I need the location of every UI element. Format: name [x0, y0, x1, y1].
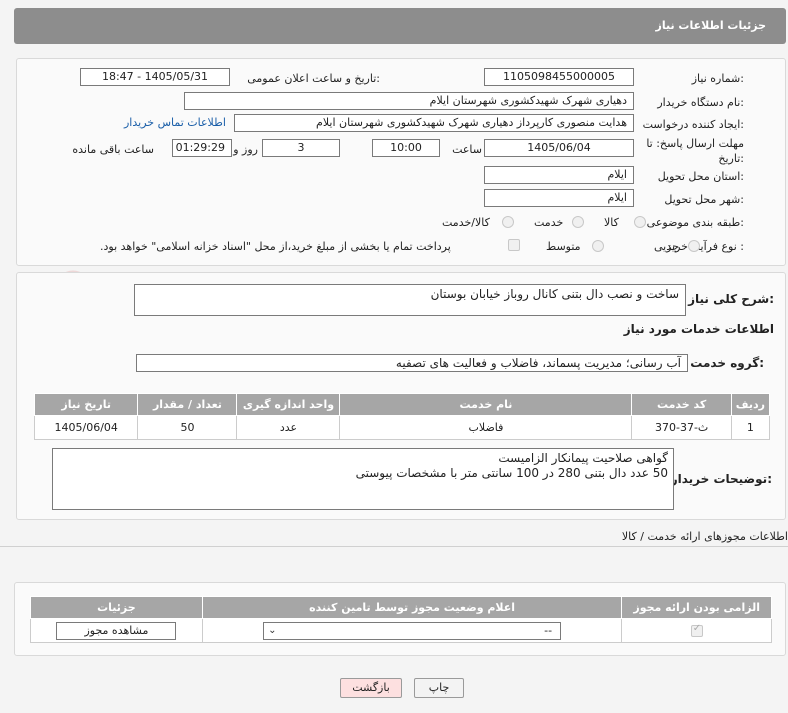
creator-field: هدایت منصوری کارپرداز دهیاری شهرک شهیدکش… [234, 114, 634, 132]
page-header: جزئیات اطلاعات نیاز [14, 8, 786, 44]
services-table-header: ردیف کد خدمت نام خدمت واحد اندازه گیری ت… [33, 393, 771, 416]
days-label: روز و [233, 143, 258, 156]
category-label: طبقه بندی موضوعی: [646, 216, 744, 229]
buyer-notes-field: گواهی صلاحیت پیمانکار الزامیست 50 عدد دا… [52, 448, 674, 510]
buyer-notes-line-1: گواهی صلاحیت پیمانکار الزامیست [498, 451, 668, 465]
services-section-title: اطلاعات خدمات مورد نیاز [623, 322, 774, 336]
col-code: کد خدمت [631, 393, 732, 416]
process-option-minor: جزیی [654, 240, 680, 253]
col-name: نام خدمت [339, 393, 633, 416]
col-row: ردیف [730, 393, 771, 416]
cell-row: 1 [730, 415, 771, 440]
col-required: الزامی بودن ارائه مجوز [621, 596, 772, 619]
check-icon: ✓ [692, 623, 702, 634]
time-label: ساعت [452, 143, 482, 156]
col-unit: واحد اندازه گیری [236, 393, 341, 416]
required-checkbox[interactable]: ✓ [690, 623, 703, 637]
treasury-payment-note: پرداخت تمام یا بخشی از مبلغ خرید،از محل … [100, 240, 451, 253]
permit-status-value: -- [544, 623, 553, 637]
cell-unit: عدد [236, 415, 341, 440]
col-date: تاریخ نیاز [33, 393, 139, 416]
province-label: استان محل تحویل: [657, 170, 744, 183]
category-option-service: خدمت [534, 216, 564, 229]
category-radio-goods[interactable] [634, 216, 646, 228]
announce-field: 1405/05/31 - 18:47 [80, 68, 230, 86]
chevron-down-icon: ⌄ [268, 624, 277, 636]
deadline-date-field: 1405/06/04 [484, 139, 634, 157]
print-button[interactable]: چاپ [414, 678, 464, 698]
remaining-time-field: 01:29:29 [172, 139, 232, 157]
table-row: 1 ث-37-370 فاضلاب عدد 50 1405/06/04 [33, 415, 771, 440]
treasury-payment-checkbox[interactable] [508, 239, 520, 251]
cell-qty: 50 [137, 415, 238, 440]
cell-date: 1405/06/04 [33, 415, 139, 440]
contact-buyer-link[interactable]: اطلاعات تماس خریدار [124, 116, 226, 129]
province-field: ایلام [484, 166, 634, 184]
buyer-org-field: دهیاری شهرک شهیدکشوری شهرستان ایلام [184, 92, 634, 110]
col-qty: تعداد / مقدار [137, 393, 238, 416]
cell-name: فاضلاب [339, 415, 633, 440]
view-permit-button[interactable]: مشاهده مجوز [56, 621, 177, 640]
announce-label: تاریخ و ساعت اعلان عمومی: [247, 72, 380, 85]
need-number-field: 1105098455000005 [484, 68, 634, 86]
cell-status: -- ⌄ [201, 618, 623, 643]
category-radio-service[interactable] [572, 216, 584, 228]
process-radio-minor[interactable] [688, 240, 700, 252]
buyer-org-label: نام دستگاه خریدار: [657, 96, 744, 109]
category-option-goods-service: کالا/خدمت [442, 216, 490, 229]
permits-table: الزامی بودن ارائه مجوز اعلام وضعیت مجوز … [30, 596, 772, 643]
days-field: 3 [262, 139, 340, 157]
buyer-notes-label: توضیحات خریدار: [670, 472, 772, 486]
need-number-label: شماره نیاز: [691, 72, 744, 85]
page-title: جزئیات اطلاعات نیاز [655, 19, 767, 32]
cell-details: مشاهده مجوز [30, 618, 203, 643]
buyer-notes-line-2: 50 عدد دال بتنی 280 در 100 سانتی متر با … [355, 466, 668, 480]
services-table: ردیف کد خدمت نام خدمت واحد اندازه گیری ت… [33, 393, 771, 440]
remaining-label: ساعت باقی مانده [72, 143, 154, 156]
category-radio-goods-service[interactable] [502, 216, 514, 228]
permit-status-select[interactable]: -- ⌄ [263, 621, 562, 640]
permits-table-header: الزامی بودن ارائه مجوز اعلام وضعیت مجوز … [30, 596, 772, 619]
col-details: جزئیات [30, 596, 203, 619]
category-option-goods: کالا [604, 216, 619, 229]
service-group-label: گروه خدمت: [690, 356, 764, 370]
deadline-label: مهلت ارسال پاسخ: تا تاریخ: [646, 137, 744, 165]
summary-label: شرح کلی نیاز: [688, 292, 774, 306]
back-button[interactable]: بازگشت [340, 678, 402, 698]
col-status: اعلام وضعیت مجوز توسط تامین کننده [201, 596, 623, 619]
permits-section-title: اطلاعات مجوزهای ارائه خدمت / کالا [621, 530, 788, 543]
divider [0, 546, 788, 547]
table-row: ✓ -- ⌄ مشاهده مجوز [30, 618, 772, 643]
process-option-medium: متوسط [546, 240, 581, 253]
city-field: ایلام [484, 189, 634, 207]
cell-required: ✓ [621, 618, 772, 643]
summary-field: ساخت و نصب دال بتنی کانال روباز خیابان ب… [134, 284, 686, 316]
deadline-time-field: 10:00 [372, 139, 440, 157]
creator-label: ایجاد کننده درخواست: [642, 118, 744, 131]
service-group-field: آب رسانی؛ مدیریت پسماند، فاضلاب و فعالیت… [136, 354, 688, 372]
city-label: شهر محل تحویل: [664, 193, 744, 206]
process-radio-medium[interactable] [592, 240, 604, 252]
cell-code: ث-37-370 [631, 415, 732, 440]
